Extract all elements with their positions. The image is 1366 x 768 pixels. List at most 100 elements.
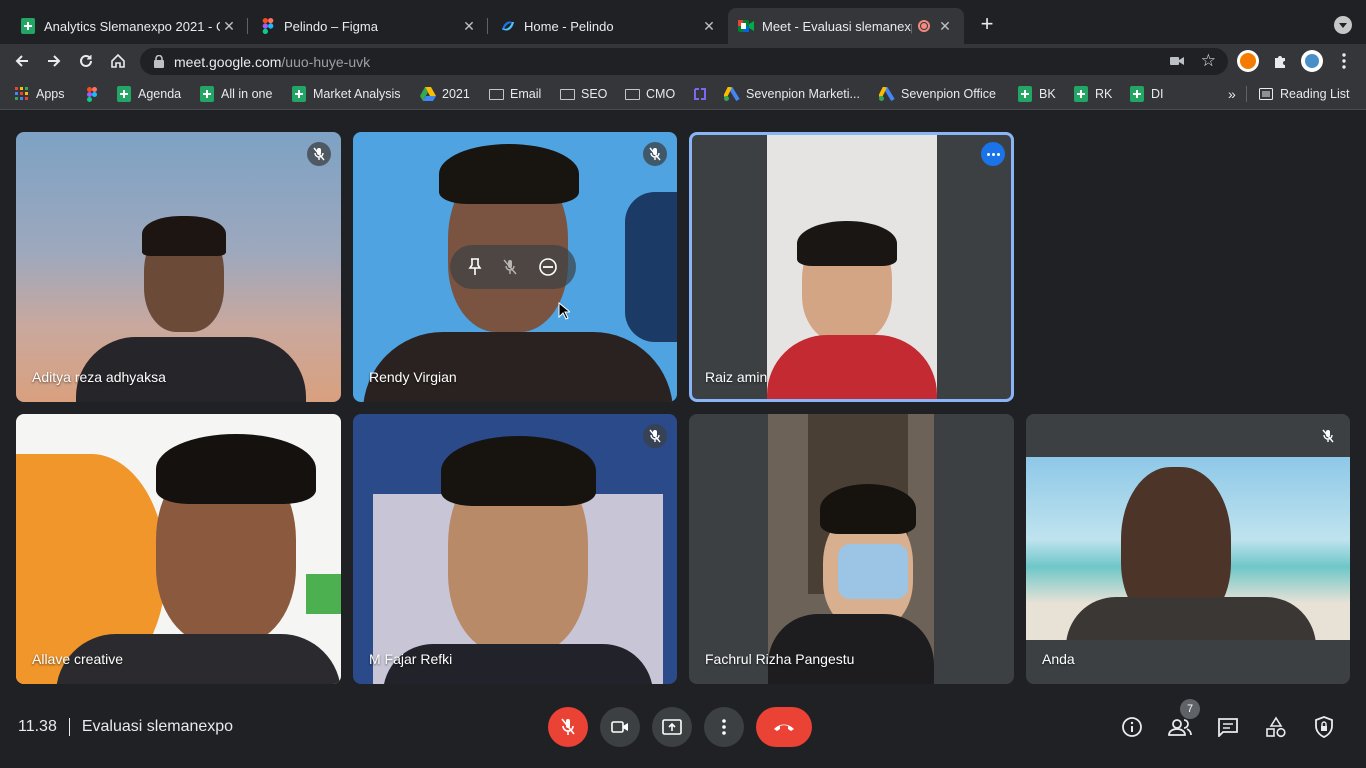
bookmarks-overflow-button[interactable]: » [1228,86,1236,102]
home-button[interactable] [106,49,130,73]
meeting-details: 11.38 Evaluasi slemanexpo [18,718,233,736]
shapes-icon [1266,716,1286,738]
sheets-icon [1129,86,1145,102]
participant-name: Fachrul Rizha Pangestu [705,651,855,667]
profile-extension-icon[interactable] [1236,49,1260,73]
participant-name: Rendy Virgian [369,369,457,385]
participant-video [768,414,934,684]
tab-search-button[interactable] [1334,16,1352,34]
face-mask [838,544,908,599]
participant-tile[interactable]: Fachrul Rizha Pangestu [689,414,1014,684]
more-options-button[interactable] [704,707,744,747]
camera-in-use-icon[interactable] [1170,55,1184,67]
bookmark-clickup[interactable] [692,86,714,102]
chat-button[interactable] [1213,712,1243,742]
google-ads-icon [879,86,895,102]
leave-call-button[interactable] [756,707,812,747]
meeting-time: 11.38 [18,718,57,735]
present-screen-button[interactable] [652,707,692,747]
participant-name: M Fajar Refki [369,651,453,667]
participant-tile[interactable]: M Fajar Refki [353,414,677,684]
bookmark-di[interactable]: DI [1129,86,1164,102]
bookmark-figma[interactable] [84,86,106,102]
pin-icon[interactable] [468,258,482,276]
bookmark-seo[interactable]: SEO [559,86,607,102]
participant-name: Anda [1042,651,1075,667]
bookmark-label: CMO [646,87,676,101]
bookmark-label: Agenda [138,87,182,101]
url-path: /uuo-huye-uvk [281,53,371,70]
close-icon[interactable]: ✕ [460,17,478,35]
sheets-icon [1017,86,1033,102]
address-bar[interactable]: meet.google.com /uuo-huye-uvk ☆ [140,48,1228,75]
participant-tile[interactable]: Allave creative [16,414,341,684]
bookmark-all-in-one[interactable]: All in one [199,86,272,102]
participants-button[interactable]: 7 [1165,699,1200,742]
figma-icon [260,18,276,34]
tab-analytics[interactable]: Analytics Slemanexpo 2021 - G ✕ [10,8,248,44]
bookmark-sevenpion-marketing[interactable]: Sevenpion Marketi... [724,86,860,102]
mic-off-icon [1316,424,1340,448]
reading-list-icon [1258,86,1274,102]
new-tab-button[interactable]: + [976,13,998,36]
folder-icon [559,86,575,102]
sheets-icon [199,86,215,102]
bookmark-bk[interactable]: BK [1017,86,1056,102]
tab-figma[interactable]: Pelindo – Figma ✕ [250,8,488,44]
bookmark-market-analysis[interactable]: Market Analysis [291,86,401,102]
meeting-info-button[interactable] [1117,712,1147,742]
tab-pelindo[interactable]: Home - Pelindo ✕ [490,8,728,44]
recording-icon [918,20,930,32]
folder-icon [624,86,640,102]
mic-off-icon [643,142,667,166]
bookmark-label: Market Analysis [313,87,401,101]
more-options-icon[interactable] [981,142,1005,166]
reading-list-button[interactable]: Reading List [1258,86,1350,102]
participant-tile[interactable]: Rendy Virgian [353,132,677,402]
bookmark-agenda[interactable]: Agenda [116,86,181,102]
bookmark-apps[interactable]: Apps [14,86,65,102]
shield-lock-icon [1315,716,1333,738]
participant-tile-self[interactable]: Anda [1026,414,1350,684]
camera-toggle-button[interactable] [600,707,640,747]
chevron-down-icon [1339,22,1347,28]
bookmark-email[interactable]: Email [488,86,541,102]
close-icon[interactable]: ✕ [936,17,954,35]
tab-meet[interactable]: Meet - Evaluasi slemanexpo ✕ [728,8,964,44]
participant-tile[interactable]: Aditya reza adhyaksa [16,132,341,402]
remove-participant-icon[interactable] [538,257,558,277]
more-vert-icon [722,719,726,735]
activities-button[interactable] [1261,712,1291,742]
forward-button[interactable] [42,49,66,73]
extensions-icon[interactable] [1268,49,1292,73]
tab-strip: Analytics Slemanexpo 2021 - G ✕ Pelindo … [0,0,1366,44]
pelindo-icon [500,18,516,34]
participant-video [1026,457,1350,640]
microphone-toggle-button[interactable] [548,707,588,747]
reload-button[interactable] [74,49,98,73]
home-icon [111,53,125,68]
back-button[interactable] [10,49,34,73]
participant-count-badge: 7 [1180,699,1200,719]
close-icon[interactable]: ✕ [220,17,238,35]
close-icon[interactable]: ✕ [700,17,718,35]
more-vert-icon[interactable] [1332,49,1356,73]
bookmark-cmo[interactable]: CMO [624,86,675,102]
apps-grid-icon [14,86,30,102]
arrow-right-icon [48,55,61,67]
call-end-icon [774,724,794,731]
sheets-icon [291,86,307,102]
bookmark-2021[interactable]: 2021 [420,86,470,102]
participant-tile-speaking[interactable]: Raiz amin [689,132,1014,402]
profile-avatar[interactable] [1300,49,1324,73]
participant-name: Raiz amin [705,369,768,385]
bookmark-rk[interactable]: RK [1073,86,1112,102]
lock-icon[interactable] [154,55,164,68]
host-controls-button[interactable] [1309,712,1339,742]
bookmark-star-icon[interactable]: ☆ [1201,51,1216,71]
meeting-controls-bar: 11.38 Evaluasi slemanexpo 7 [0,696,1366,768]
participant-video [767,135,937,399]
bookmark-sevenpion-office[interactable]: Sevenpion Office [879,86,996,102]
participant-name: Aditya reza adhyaksa [32,369,166,385]
mute-participant-icon[interactable] [503,259,517,275]
